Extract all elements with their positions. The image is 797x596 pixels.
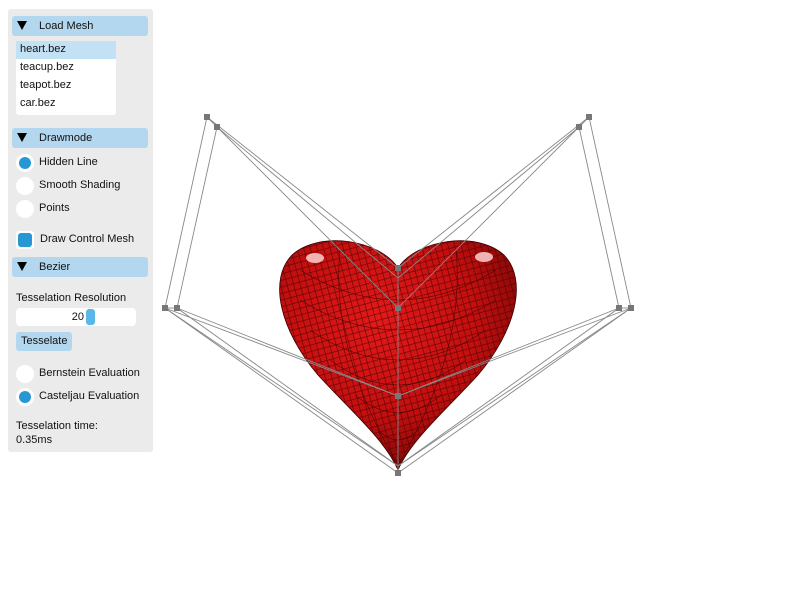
control-point [395, 265, 401, 271]
control-point [576, 124, 582, 130]
control-point [395, 470, 401, 476]
control-point [162, 305, 168, 311]
control-point [174, 305, 180, 311]
control-point [586, 114, 592, 120]
control-point [616, 305, 622, 311]
control-mesh [164, 116, 632, 474]
control-point [204, 114, 210, 120]
control-point [395, 305, 401, 311]
control-point [395, 393, 401, 399]
control-point [628, 305, 634, 311]
3d-viewport[interactable] [0, 0, 797, 596]
control-point [214, 124, 220, 130]
